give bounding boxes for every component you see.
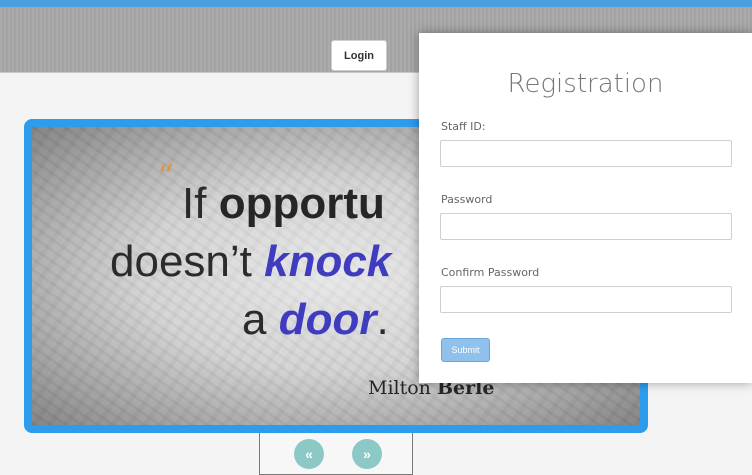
quote-line-1: If opportu: [182, 179, 385, 229]
staff-id-label: Staff ID:: [441, 120, 486, 133]
quote-mark-icon: “: [157, 157, 175, 197]
confirm-password-field[interactable]: [440, 286, 732, 313]
quote-line-3-prefix: a: [242, 295, 279, 344]
registration-title: Registration: [507, 69, 664, 99]
quote-line-1-bold: opportu: [218, 179, 385, 228]
quote-line-3-emphasis: door: [278, 295, 377, 344]
top-accent-bar: [0, 0, 752, 7]
fast-forward-icon: »: [363, 446, 371, 462]
slideshow-controls: « »: [259, 433, 413, 475]
quote-line-3-suffix: .: [376, 295, 389, 344]
login-button[interactable]: Login: [331, 40, 387, 71]
previous-slide-button[interactable]: «: [294, 439, 324, 469]
password-field[interactable]: [440, 213, 732, 240]
quote-line-2-prefix: doesn’t: [110, 237, 265, 286]
next-slide-button[interactable]: »: [352, 439, 382, 469]
staff-id-field[interactable]: [440, 140, 732, 167]
confirm-password-label: Confirm Password: [441, 266, 540, 279]
quote-line-1-prefix: If: [182, 179, 219, 228]
registration-panel: Registration Staff ID: Password Confirm …: [419, 33, 752, 383]
quote-line-3: a door.: [242, 295, 389, 345]
password-label: Password: [441, 193, 493, 206]
rewind-icon: «: [305, 446, 313, 462]
quote-line-2-emphasis: knock: [264, 237, 392, 286]
quote-line-2: doesn’t knock: [110, 237, 391, 287]
submit-button[interactable]: Submit: [441, 338, 490, 362]
